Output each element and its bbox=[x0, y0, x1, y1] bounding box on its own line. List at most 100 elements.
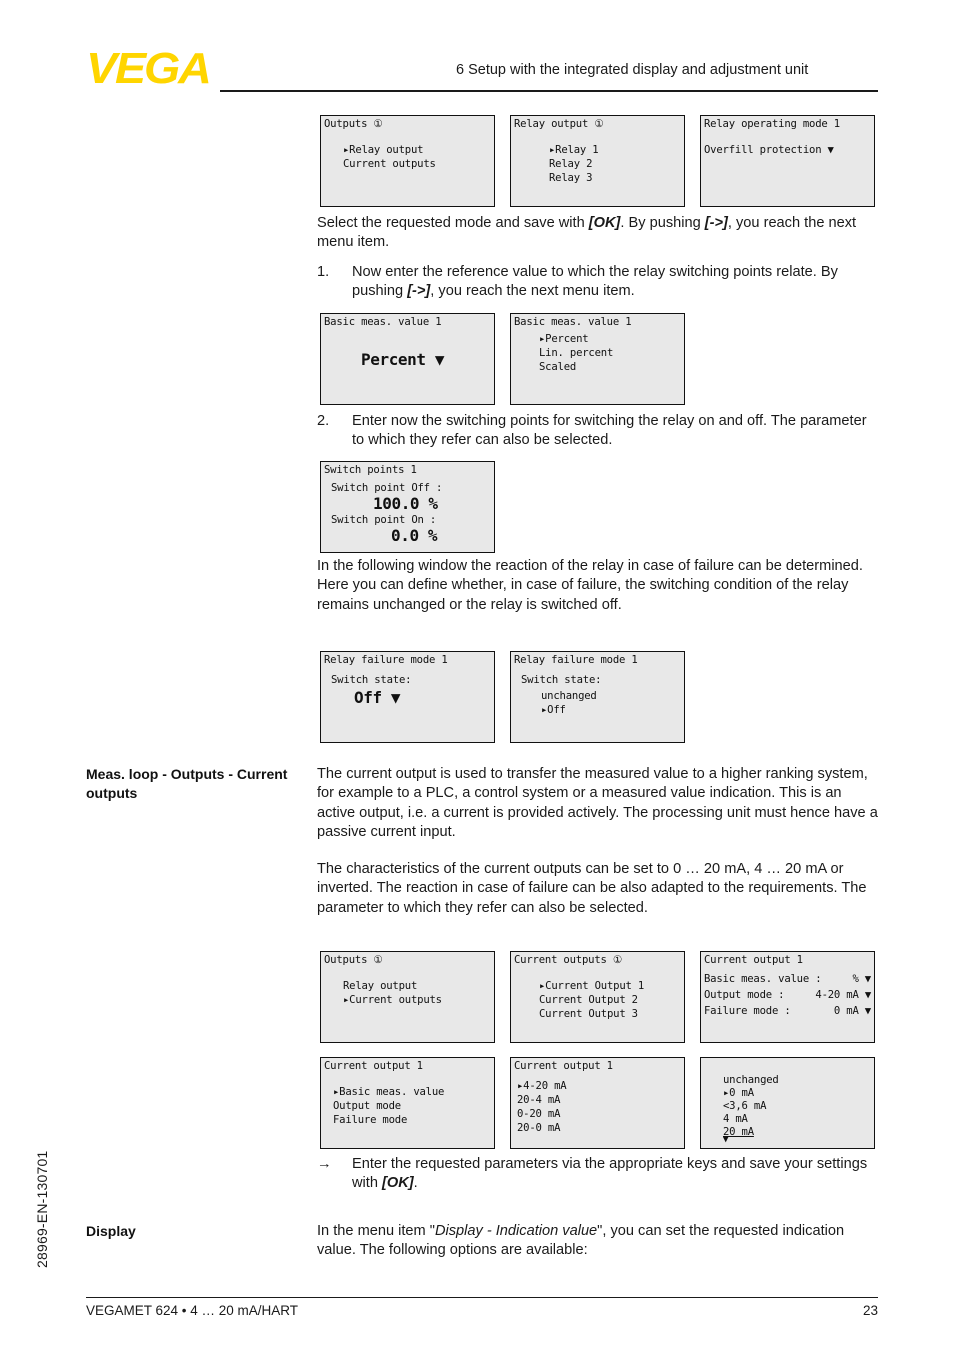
lcd-list-item: ▸Current Output 1 bbox=[539, 980, 645, 992]
page-header: VEGA 6 Setup with the integrated display… bbox=[0, 0, 954, 100]
key-ok: [OK] bbox=[382, 1175, 414, 1192]
lcd-label-switch-state: Switch state: bbox=[331, 674, 412, 686]
lcd-param-label: Output mode : bbox=[704, 989, 785, 1001]
footer-page-number: 23 bbox=[862, 1303, 878, 1318]
paragraph-current-output-desc: The current output is used to transfer t… bbox=[317, 766, 878, 841]
vega-logo: VEGA bbox=[86, 44, 212, 93]
lcd-list-item: Relay 3 bbox=[549, 172, 593, 184]
footer-divider bbox=[86, 1297, 878, 1299]
lcd-title: Switch points 1 bbox=[324, 464, 417, 476]
lcd-list-item: Output mode bbox=[333, 1100, 401, 1112]
lcd-title: Outputs ① bbox=[324, 954, 383, 966]
lcd-value-switch-point-off: 100.0 % bbox=[373, 494, 438, 513]
lcd-panel-outputs: Outputs ① ▸Relay output Current outputs bbox=[320, 115, 495, 207]
lcd-list-item: Lin. percent bbox=[539, 347, 614, 359]
lcd-panel-outputs-current-selected: Outputs ① Relay output ▸Current outputs bbox=[320, 951, 495, 1043]
lcd-param-label: Basic meas. value : bbox=[704, 973, 822, 985]
lcd-value: Overfill protection ▼ bbox=[704, 144, 834, 156]
lcd-panel-relay-failure-mode-list: Relay failure mode 1 Switch state: uncha… bbox=[510, 651, 685, 743]
lcd-list-item: ▸Percent bbox=[539, 333, 589, 345]
list-body: Enter the requested parameters via the a… bbox=[352, 1155, 879, 1194]
lcd-list-item: Current outputs bbox=[343, 158, 436, 170]
lcd-list-item: Relay output bbox=[343, 980, 418, 992]
arrow-marker-icon: → bbox=[317, 1156, 332, 1172]
lcd-list-item: Relay 2 bbox=[549, 158, 593, 170]
list-marker: 1. bbox=[317, 264, 330, 280]
key-ok: [OK] bbox=[588, 215, 621, 231]
lcd-list-item: unchanged bbox=[541, 690, 597, 702]
lcd-list-item: <3,6 mA bbox=[723, 1100, 767, 1112]
numbered-item-2: 2. Enter now the switching points for sw… bbox=[317, 412, 879, 451]
lcd-panel-relay-failure-mode-value: Relay failure mode 1 Switch state: Off ▼ bbox=[320, 651, 495, 743]
lcd-panel-current-output-1-menu: Current output 1 ▸Basic meas. value Outp… bbox=[320, 1057, 495, 1149]
text-fragment: . By pushing bbox=[620, 215, 705, 231]
list-marker: 2. bbox=[317, 413, 330, 429]
lcd-title: Current outputs ① bbox=[514, 954, 623, 966]
lcd-panel-relay-operating-mode: Relay operating mode 1 Overfill protecti… bbox=[700, 115, 875, 207]
lcd-list-item: 4 mA bbox=[723, 1113, 748, 1125]
text-fragment: . bbox=[413, 1175, 418, 1192]
lcd-list-item: ▸4-20 mA bbox=[517, 1080, 567, 1092]
lcd-list-item: ▸Basic meas. value bbox=[333, 1086, 445, 1098]
lcd-list-item: 20-4 mA bbox=[517, 1094, 561, 1106]
header-divider bbox=[220, 90, 878, 92]
lcd-list-item: ▸Relay 1 bbox=[549, 144, 599, 156]
numbered-item-1: 1. Now enter the reference value to whic… bbox=[317, 263, 879, 302]
lcd-list-item: Current Output 2 bbox=[539, 994, 638, 1006]
list-body: Enter now the switching points for switc… bbox=[352, 413, 867, 449]
paragraph-failure-reaction: In the following window the reaction of … bbox=[317, 558, 863, 613]
text-fragment: Enter the requested parameters via the a… bbox=[352, 1156, 868, 1192]
lcd-title: Current output 1 bbox=[704, 954, 803, 966]
lcd-list-item: ▸Relay output bbox=[343, 144, 424, 156]
lcd-panel-failure-mode-list: unchanged ▸0 mA <3,6 mA 4 mA 20 mA ▼ bbox=[700, 1057, 875, 1149]
lcd-value-switch-point-on: 0.0 % bbox=[391, 526, 438, 545]
lcd-panel-basic-meas-value-selected: Basic meas. value 1 Percent ▼ bbox=[320, 313, 495, 405]
lcd-panel-current-outputs-list: Current outputs ① ▸Current Output 1 Curr… bbox=[510, 951, 685, 1043]
paragraph-characteristics: The characteristics of the current outpu… bbox=[317, 861, 867, 916]
lcd-label-switch-point-on: Switch point On : bbox=[331, 514, 437, 526]
lcd-title: Relay failure mode 1 bbox=[324, 654, 448, 666]
lcd-title: Relay operating mode 1 bbox=[704, 118, 840, 130]
margin-heading-current-outputs: Meas. loop - Outputs - Current outputs bbox=[86, 766, 288, 801]
lcd-title: Relay output ① bbox=[514, 118, 604, 130]
lcd-title: Outputs ① bbox=[324, 118, 383, 130]
lcd-list-item: Failure mode bbox=[333, 1114, 408, 1126]
lcd-title: Current output 1 bbox=[324, 1060, 423, 1072]
lcd-panel-output-mode-list: Current output 1 ▸4-20 mA 20-4 mA 0-20 m… bbox=[510, 1057, 685, 1149]
text-fragment: In the menu item " bbox=[317, 1223, 435, 1239]
lcd-param-label: Failure mode : bbox=[704, 1005, 791, 1017]
lcd-list-item: unchanged bbox=[723, 1074, 779, 1086]
paragraph-display-desc: In the menu item "Display - Indication v… bbox=[317, 1222, 879, 1261]
lcd-param-value: % ▼ bbox=[852, 973, 871, 985]
lcd-list-item: 20-0 mA bbox=[517, 1122, 561, 1134]
chapter-title: 6 Setup with the integrated display and … bbox=[456, 62, 809, 78]
lcd-panel-relay-output: Relay output ① ▸Relay 1 Relay 2 Relay 3 bbox=[510, 115, 685, 207]
lcd-list-item: ▸Current outputs bbox=[343, 994, 442, 1006]
lcd-param-value: 4-20 mA ▼ bbox=[815, 989, 871, 1001]
lcd-panel-current-output-1-params: Current output 1 Basic meas. value : % ▼… bbox=[700, 951, 875, 1043]
lcd-title: Basic meas. value 1 bbox=[514, 316, 632, 328]
paragraph-select-mode: Select the requested mode and save with … bbox=[317, 214, 879, 253]
key-next: [->] bbox=[407, 283, 431, 300]
margin-heading-display: Display bbox=[86, 1223, 136, 1239]
scroll-down-icon: ▼ bbox=[723, 1135, 729, 1145]
lcd-title: Current output 1 bbox=[514, 1060, 613, 1072]
lcd-title: Relay failure mode 1 bbox=[514, 654, 638, 666]
menu-item-reference: Display - Indication value bbox=[434, 1223, 598, 1239]
lcd-list-item: ▸0 mA bbox=[723, 1087, 754, 1099]
footer-product-name: VEGAMET 624 • 4 … 20 mA/HART bbox=[86, 1303, 299, 1318]
lcd-label-switch-state: Switch state: bbox=[521, 674, 602, 686]
lcd-list-item: Scaled bbox=[539, 361, 577, 373]
lcd-list-item: Current Output 3 bbox=[539, 1008, 638, 1020]
lcd-label-switch-point-off: Switch point Off : bbox=[331, 482, 443, 494]
lcd-title: Basic meas. value 1 bbox=[324, 316, 442, 328]
arrow-item-enter-parameters: → Enter the requested parameters via the… bbox=[317, 1155, 879, 1194]
text-fragment: , you reach the next menu item. bbox=[430, 283, 635, 300]
lcd-panel-basic-meas-value-list: Basic meas. value 1 ▸Percent Lin. percen… bbox=[510, 313, 685, 405]
key-next: [->] bbox=[704, 215, 728, 231]
text-fragment: Select the requested mode and save with bbox=[317, 215, 589, 231]
lcd-list-item: 0-20 mA bbox=[517, 1108, 561, 1120]
document-number: 28969-EN-130701 bbox=[34, 1150, 50, 1268]
lcd-panel-switch-points: Switch points 1 Switch point Off : 100.0… bbox=[320, 461, 495, 553]
lcd-big-value: Percent ▼ bbox=[361, 350, 445, 369]
